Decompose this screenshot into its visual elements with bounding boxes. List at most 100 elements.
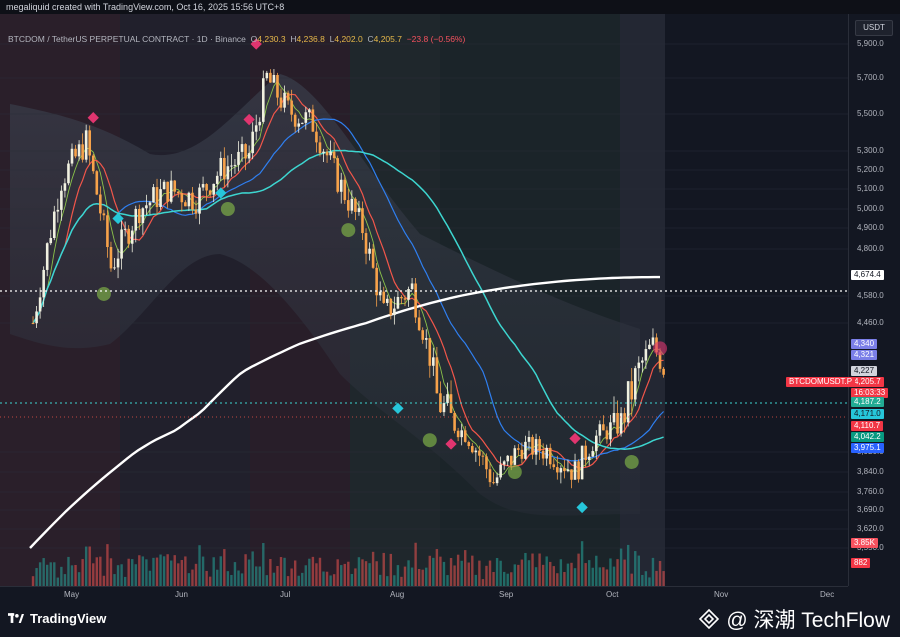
chart-canvas[interactable]	[0, 14, 848, 586]
candle-body	[304, 112, 308, 123]
volume-bar	[456, 554, 460, 586]
volume-bar	[389, 553, 393, 586]
candle-body	[361, 208, 364, 234]
volume-bar	[421, 569, 424, 586]
candle-body	[626, 381, 630, 423]
candle-body	[545, 447, 548, 459]
candle-body	[641, 360, 644, 363]
price-tick-label: 5,900.0	[857, 39, 884, 48]
volume-bar	[591, 567, 594, 586]
volume-bar	[623, 559, 626, 586]
volume-bar	[357, 557, 361, 586]
price-tick-label: 5,000.0	[857, 204, 884, 213]
candle-body	[166, 181, 169, 202]
candle-body	[215, 175, 219, 184]
candle-body	[548, 447, 552, 465]
price-tick-label: 4,900.0	[857, 223, 884, 232]
candle-body	[534, 439, 538, 455]
volume-bar	[67, 556, 70, 586]
candle-body	[42, 269, 45, 298]
candle-body	[283, 92, 286, 108]
volume-bar	[152, 557, 155, 586]
volume-bar	[106, 544, 109, 586]
price-tick-label: 3,690.0	[857, 505, 884, 514]
volume-bar	[378, 574, 382, 586]
time-tick-label: Aug	[390, 590, 405, 599]
candle-body	[474, 450, 478, 453]
volume-bar	[588, 560, 591, 586]
candle-body	[201, 184, 205, 188]
candle-body	[520, 449, 524, 459]
volume-bar	[460, 560, 463, 586]
candle-body	[506, 455, 510, 462]
candle-body	[513, 448, 517, 465]
volume-bar	[474, 574, 478, 586]
volume-bar	[471, 555, 474, 586]
volume-bar	[318, 557, 322, 586]
signal-marker	[422, 433, 437, 448]
candle-body	[339, 179, 343, 192]
candle-body	[180, 193, 184, 203]
volume-bar	[524, 552, 527, 586]
volume-bar	[347, 561, 350, 586]
price-tick-label: 4,580.0	[857, 291, 884, 300]
volume-bar	[155, 557, 159, 586]
volume-bar	[513, 564, 517, 586]
price-tag: 4,110.7	[851, 421, 884, 431]
candle-body	[502, 461, 506, 465]
volume-bar	[343, 563, 346, 586]
volume-bar	[198, 545, 201, 586]
volume-bar	[56, 577, 60, 586]
candle-body	[148, 202, 152, 206]
candle-body	[481, 455, 485, 457]
time-axis[interactable]: May Jun Jul Aug Sep Oct Nov Dec	[0, 586, 848, 602]
volume-bar	[325, 571, 329, 586]
candle-body	[237, 151, 240, 165]
candle-body	[130, 230, 134, 244]
candle-body	[311, 109, 315, 132]
volume-bar	[414, 542, 417, 586]
candle-body	[644, 349, 648, 361]
candle-body	[134, 208, 138, 231]
volume-bar	[446, 575, 449, 586]
price-axis[interactable]: USDT 5,900.0 5,700.0 5,500.0 5,300.0 5,200.0…	[848, 14, 900, 586]
volume-bar	[545, 556, 548, 586]
price-tick-label: 5,300.0	[857, 146, 884, 155]
volume-bar	[81, 559, 84, 586]
volume-bar	[258, 566, 261, 586]
candle-body	[563, 468, 566, 472]
volume-bar	[141, 556, 145, 586]
candle-body	[662, 368, 665, 375]
currency-button[interactable]: USDT	[855, 20, 893, 36]
signal-marker	[220, 202, 235, 216]
candle-body	[648, 344, 651, 350]
candle-body	[187, 192, 191, 207]
volume-bar	[407, 560, 410, 586]
volume-bar	[425, 567, 428, 586]
volume-bar	[262, 543, 265, 586]
volume-bar	[541, 564, 545, 586]
candle-body	[56, 209, 60, 212]
volume-bar	[549, 561, 552, 586]
volume-bar	[605, 569, 609, 586]
candle-body	[609, 422, 612, 440]
volume-bar	[286, 576, 290, 586]
techflow-icon	[699, 608, 720, 630]
time-tick-label: May	[64, 590, 80, 599]
volume-bar	[481, 579, 485, 586]
volume-bar	[304, 565, 308, 586]
candle-body	[265, 72, 269, 79]
volume-bar	[53, 562, 56, 586]
price-tag: 4,042.2	[851, 432, 884, 442]
symbol-price-tag: BTCDOMUSDT.P	[786, 377, 856, 387]
volume-bar	[364, 561, 368, 586]
price-chart[interactable]: BTCDOM / TetherUS PERPETUAL CONTRACT · 1…	[0, 14, 848, 586]
candle-body	[417, 317, 421, 331]
candle-body	[159, 189, 162, 207]
volume-bar	[580, 541, 584, 586]
volume-bar	[400, 576, 403, 586]
volume-bar	[95, 557, 98, 586]
volume-bar	[109, 558, 113, 586]
candle-body	[630, 381, 634, 400]
candle-body	[70, 148, 74, 164]
